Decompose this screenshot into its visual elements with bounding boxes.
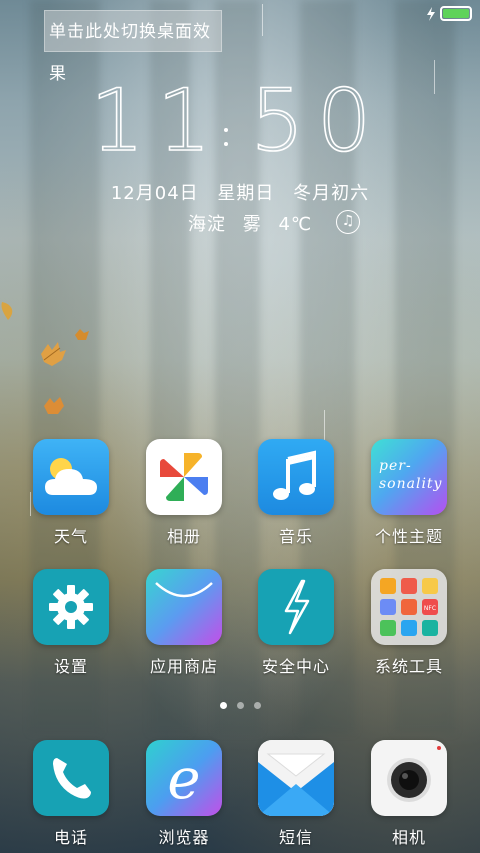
app-store[interactable]: 应用商店 (136, 569, 232, 677)
date-line: 12月04日 星期日 冬月初六 (0, 179, 480, 205)
autumn-leaf (1, 302, 13, 320)
phone-icon (33, 740, 109, 816)
themes-icon-text: sonality (379, 476, 443, 492)
browser-icon: e (146, 740, 222, 816)
page-indicator[interactable] (0, 702, 480, 709)
camera-icon (371, 740, 447, 816)
app-store-icon (146, 569, 222, 645)
svg-text:e: e (167, 747, 200, 812)
app-phone[interactable]: 电话 (23, 740, 119, 848)
page-dot[interactable] (236, 702, 244, 709)
charging-bolt-icon (427, 6, 435, 21)
app-label: 应用商店 (149, 657, 218, 676)
page-dot[interactable] (219, 702, 227, 709)
app-label: 系统工具 (374, 657, 443, 676)
themes-icon-text: per- (379, 458, 412, 474)
app-weather[interactable]: 天气 (23, 439, 119, 547)
clock-colon-dot (224, 142, 228, 146)
app-camera[interactable]: 相机 (361, 740, 457, 848)
app-label: 相册 (166, 527, 201, 546)
battery-fill (443, 9, 469, 18)
app-label: 电话 (53, 828, 88, 847)
app-label: 短信 (278, 828, 313, 847)
folder-icon: NFC (371, 569, 447, 645)
gear-icon (33, 569, 109, 645)
weather-icon (33, 439, 109, 515)
app-settings[interactable]: 设置 (23, 569, 119, 677)
weather-location: 海淀 (188, 214, 226, 235)
status-bar (426, 6, 472, 21)
folder-system-tools[interactable]: NFC 系统工具 (361, 569, 457, 677)
music-note-icon[interactable]: ♫ (336, 210, 360, 234)
music-note-icon (258, 439, 334, 515)
date-text: 12月04日 (110, 183, 199, 204)
app-label: 相机 (391, 828, 426, 847)
desktop-effect-hint[interactable]: 单击此处切换桌面效果 (44, 10, 222, 84)
autumn-leaf (44, 397, 64, 414)
lunar-date-text: 冬月初六 (293, 183, 370, 204)
weather-temperature: 4℃ (278, 214, 313, 235)
app-messages[interactable]: 短信 (248, 740, 344, 848)
security-bolt-icon (258, 569, 334, 645)
weather-line[interactable]: 海淀 雾 4℃ (188, 210, 322, 236)
app-browser[interactable]: e 浏览器 (136, 740, 232, 848)
weather-condition: 雾 (242, 214, 262, 235)
raindrop (262, 4, 263, 36)
messages-envelope-icon (258, 740, 334, 816)
app-label: 安全中心 (261, 657, 330, 676)
raindrop (324, 410, 325, 440)
themes-icon: per- sonality (371, 439, 447, 515)
clock-digits: 11 50 (90, 80, 383, 160)
app-music[interactable]: 音乐 (248, 439, 344, 547)
clock-hours: 11 (90, 80, 223, 160)
weekday-text: 星期日 (217, 183, 275, 204)
app-gallery[interactable]: 相册 (136, 439, 232, 547)
page-dot[interactable] (253, 702, 261, 709)
battery-icon (440, 6, 472, 21)
app-label: 浏览器 (158, 828, 210, 847)
clock-minutes: 50 (250, 80, 383, 160)
autumn-leaf (41, 342, 66, 366)
app-label: 天气 (53, 527, 88, 546)
gallery-pinwheel-icon (146, 439, 222, 515)
app-label: 设置 (53, 657, 88, 676)
app-security[interactable]: 安全中心 (248, 569, 344, 677)
nfc-label: NFC (424, 605, 436, 612)
clock-colon-dot (224, 128, 228, 132)
autumn-leaf (75, 329, 89, 340)
app-themes[interactable]: per- sonality 个性主题 (361, 439, 457, 547)
app-label: 音乐 (278, 527, 313, 546)
clock-widget[interactable]: 11 50 (0, 80, 480, 179)
app-label: 个性主题 (374, 527, 443, 546)
